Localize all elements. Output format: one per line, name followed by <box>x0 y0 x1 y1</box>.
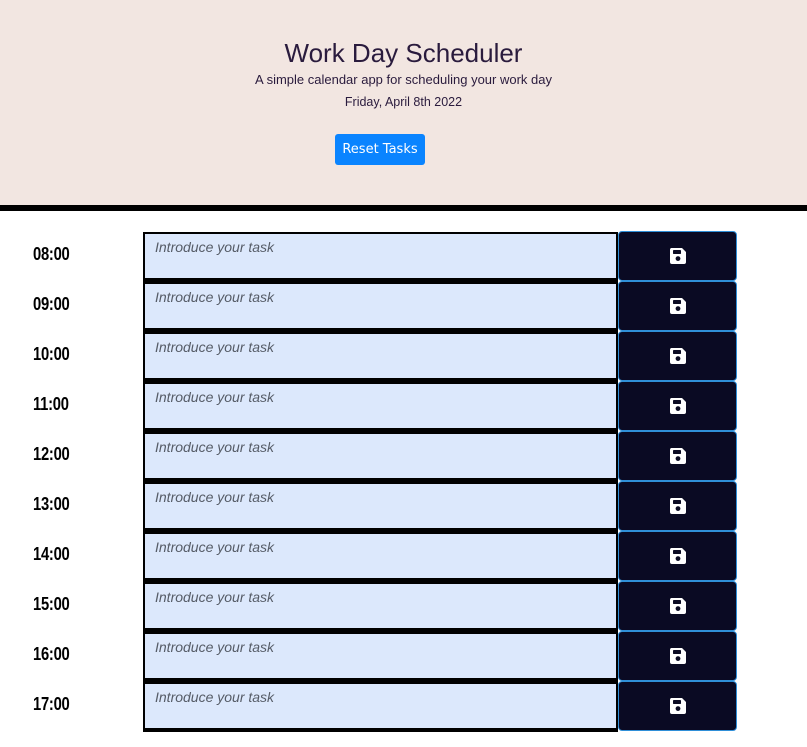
task-input[interactable] <box>143 632 618 682</box>
time-block-row: 13:00 <box>0 481 807 532</box>
hour-label: 13:00 <box>33 494 70 514</box>
floppy-disk-icon <box>619 297 736 315</box>
page-header: Work Day Scheduler A simple calendar app… <box>0 0 807 211</box>
save-button[interactable] <box>618 681 737 731</box>
schedule-list: 08:00 09:00 10:00 11:00 12:00 13:00 14:0… <box>0 231 807 732</box>
time-block-row: 11:00 <box>0 381 807 432</box>
time-block-row: 12:00 <box>0 431 807 482</box>
hour-label: 11:00 <box>33 394 69 414</box>
task-input[interactable] <box>143 382 618 432</box>
hour-label: 15:00 <box>33 594 70 614</box>
reset-tasks-button[interactable]: Reset Tasks <box>335 134 425 165</box>
task-input[interactable] <box>143 282 618 332</box>
time-block-row: 09:00 <box>0 281 807 332</box>
hour-label: 17:00 <box>33 694 70 714</box>
floppy-disk-icon <box>619 647 736 665</box>
save-button[interactable] <box>618 231 737 281</box>
current-date: Friday, April 8th 2022 <box>344 95 463 109</box>
hour-label: 14:00 <box>33 544 70 564</box>
save-button[interactable] <box>618 381 737 431</box>
task-input[interactable] <box>143 582 618 632</box>
hour-label: 09:00 <box>33 294 70 314</box>
page-subtitle: A simple calendar app for scheduling you… <box>255 72 552 87</box>
save-button[interactable] <box>618 631 737 681</box>
time-block-row: 15:00 <box>0 581 807 632</box>
save-button[interactable] <box>618 481 737 531</box>
time-block-row: 10:00 <box>0 331 807 382</box>
task-input[interactable] <box>143 682 618 732</box>
hour-label: 12:00 <box>33 444 70 464</box>
save-button[interactable] <box>618 281 737 331</box>
time-block-row: 08:00 <box>0 231 807 282</box>
task-input[interactable] <box>143 232 618 282</box>
save-button[interactable] <box>618 431 737 481</box>
hour-label: 16:00 <box>33 644 70 664</box>
page-title: Work Day Scheduler <box>284 38 523 68</box>
task-input[interactable] <box>143 532 618 582</box>
floppy-disk-icon <box>619 547 736 565</box>
floppy-disk-icon <box>619 397 736 415</box>
hour-label: 08:00 <box>33 244 70 264</box>
time-block-row: 17:00 <box>0 681 807 732</box>
task-input[interactable] <box>143 432 618 482</box>
floppy-disk-icon <box>619 447 736 465</box>
floppy-disk-icon <box>619 697 736 715</box>
floppy-disk-icon <box>619 597 736 615</box>
hour-label: 10:00 <box>33 344 70 364</box>
save-button[interactable] <box>618 581 737 631</box>
time-block-row: 14:00 <box>0 531 807 582</box>
save-button[interactable] <box>618 331 737 381</box>
floppy-disk-icon <box>619 347 736 365</box>
time-block-row: 16:00 <box>0 631 807 682</box>
floppy-disk-icon <box>619 497 736 515</box>
task-input[interactable] <box>143 332 618 382</box>
task-input[interactable] <box>143 482 618 532</box>
floppy-disk-icon <box>619 247 736 265</box>
save-button[interactable] <box>618 531 737 581</box>
